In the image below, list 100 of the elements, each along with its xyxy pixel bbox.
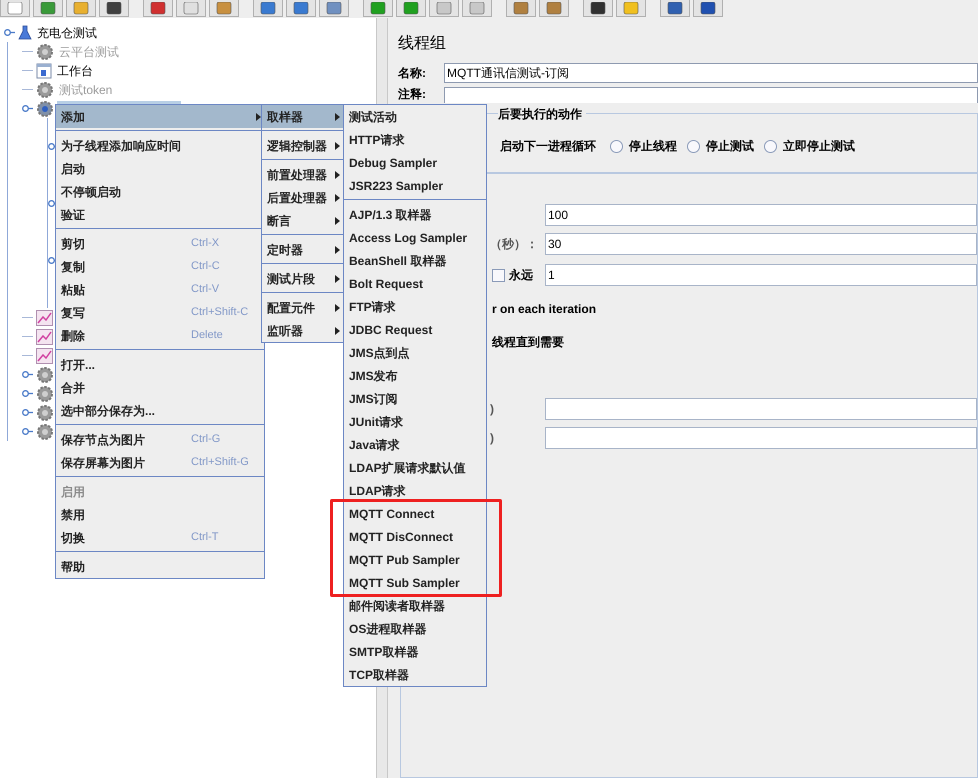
menu-item[interactable]: 复写 Ctrl+Shift-C [56, 304, 264, 321]
menu-item[interactable]: Debug Sampler [344, 154, 486, 171]
help-icon[interactable] [693, 0, 723, 17]
menu-item[interactable]: JSR223 Sampler [344, 177, 486, 194]
shortcut-label: Ctrl-X [191, 236, 220, 252]
input-field[interactable] [545, 398, 977, 420]
menu-item[interactable]: 监听器 [262, 322, 343, 339]
menu-item[interactable]: HTTP请求 [344, 131, 486, 148]
radio-option[interactable]: 停止测试 [687, 137, 754, 155]
input-field[interactable]: 30 [545, 232, 977, 254]
menu-item[interactable]: 删除 Delete [56, 327, 264, 344]
toolbar-icon[interactable] [583, 0, 613, 17]
gear-icon [36, 42, 54, 60]
menu-item[interactable]: MQTT Connect [344, 505, 486, 522]
menu-item[interactable]: JMS发布 [344, 367, 486, 384]
menu-item[interactable]: 测试活动 [344, 108, 486, 125]
toolbar-icon[interactable] [396, 0, 426, 17]
menu-item[interactable]: 选中部分保存为... [56, 402, 264, 419]
toolbar-icon[interactable] [33, 0, 63, 17]
radio-icon[interactable] [610, 140, 623, 152]
graph-icon [36, 328, 53, 344]
tree-handle-icon[interactable] [22, 390, 33, 397]
checkbox-icon[interactable] [492, 268, 505, 282]
panel-title: 线程组 [398, 34, 447, 54]
menu-item[interactable]: 打开... [56, 356, 264, 373]
menu-item[interactable]: 粘贴 Ctrl-V [56, 281, 264, 298]
menu-item[interactable]: 切换 Ctrl-T [56, 529, 264, 546]
menu-item[interactable]: MQTT Sub Sampler [344, 574, 486, 591]
name-field[interactable]: MQTT通讯信测试-订阅 [444, 63, 978, 83]
menu-item[interactable]: 断言 [262, 212, 343, 229]
radio-option[interactable]: 立即停止测试 [764, 137, 855, 155]
radio-option[interactable]: 停止线程 [610, 137, 677, 155]
tree-item[interactable]: 充电仓测试 [35, 24, 99, 42]
menu-item[interactable]: FTP请求 [344, 298, 486, 315]
menu-item[interactable]: 复制 Ctrl-C [56, 258, 264, 275]
menu-item[interactable]: JMS订阅 [344, 390, 486, 407]
menu-item[interactable]: MQTT DisConnect [344, 528, 486, 545]
tree-handle-icon[interactable] [22, 371, 33, 378]
option-text: r on each iteration [492, 300, 596, 318]
menu-item[interactable]: 为子线程添加响应时间 [56, 137, 264, 154]
toolbar-icon[interactable] [253, 0, 283, 17]
menu-item[interactable]: 配置元件 [262, 299, 343, 316]
graph-icon [36, 310, 53, 326]
menu-item[interactable]: BeanShell 取样器 [344, 252, 486, 269]
menu-item[interactable]: JDBC Request [344, 321, 486, 338]
name-label: 名称: [398, 65, 427, 82]
shortcut-label: Ctrl-V [191, 282, 220, 298]
shortcut-label: Ctrl-T [191, 530, 220, 546]
menu-item[interactable]: 帮助 [56, 558, 264, 575]
forever-checkbox[interactable]: 永远 [492, 266, 545, 284]
menu-item[interactable]: 禁用 [56, 506, 264, 523]
gear-icon [36, 366, 54, 384]
comment-field[interactable] [444, 87, 978, 103]
menu-item[interactable]: OS进程取样器 [344, 620, 486, 637]
radio-icon[interactable] [687, 140, 700, 152]
tree-handle-icon[interactable] [4, 29, 15, 36]
menu-item[interactable]: JMS点到点 [344, 344, 486, 361]
menu-item[interactable]: 保存屏幕为图片 Ctrl+Shift-G [56, 454, 264, 471]
menu-item[interactable]: 不停顿启动 [56, 183, 264, 200]
toolbar-icon[interactable] [99, 0, 129, 17]
input-field[interactable]: 1 [545, 264, 977, 286]
input-field[interactable]: 100 [545, 204, 977, 226]
menu-item[interactable]: LDAP扩展请求默认值 [344, 459, 486, 476]
gear-icon [36, 100, 54, 118]
workbench-icon [36, 62, 52, 78]
shortcut-label: Ctrl+Shift-G [191, 455, 250, 470]
toolbar-icon[interactable] [143, 0, 173, 17]
tree-handle-icon[interactable] [22, 428, 33, 435]
toolbar-icon[interactable] [363, 0, 393, 17]
tree-handle-icon[interactable] [22, 105, 33, 112]
menu-item[interactable]: LDAP请求 [344, 482, 486, 499]
menu-item[interactable]: SMTP取样器 [344, 643, 486, 660]
menu-item[interactable]: TCP取样器 [344, 666, 486, 683]
menu-item[interactable]: Java请求 [344, 436, 486, 453]
menu-item[interactable]: Access Log Sampler [344, 229, 486, 246]
menu-item[interactable]: 合并 [56, 379, 264, 396]
menu-item[interactable]: 后置处理器 [262, 189, 343, 206]
menu-item[interactable]: MQTT Pub Sampler [344, 551, 486, 568]
menu-item[interactable]: 剪切 Ctrl-X [56, 235, 264, 252]
toolbar-icon[interactable] [286, 0, 316, 17]
menu-item[interactable]: JUnit请求 [344, 413, 486, 430]
field-label: ) [490, 430, 495, 446]
menu-item[interactable]: 保存节点为图片 Ctrl-G [56, 431, 264, 448]
menu-item[interactable]: 添加 [56, 105, 264, 128]
shortcut-label: Ctrl+Shift-C [191, 305, 250, 320]
menu-item[interactable]: 验证 [56, 206, 264, 223]
menu-item[interactable]: 前置处理器 [262, 166, 343, 183]
tree-handle-icon[interactable] [22, 409, 33, 416]
menu-item[interactable]: AJP/1.3 取样器 [344, 206, 486, 223]
menu-item[interactable]: 邮件阅读者取样器 [344, 597, 486, 614]
input-field[interactable] [545, 426, 977, 448]
menu-item[interactable]: 取样器 [262, 105, 343, 128]
menu-item[interactable]: 启动 [56, 160, 264, 177]
menu-item[interactable]: 测试片段 [262, 270, 343, 287]
menu-item[interactable]: 定时器 [262, 241, 343, 258]
radio-icon[interactable] [764, 140, 777, 152]
tree-item[interactable]: 工作台 [55, 62, 95, 80]
menu-item[interactable]: 逻辑控制器 [262, 137, 343, 154]
toolbar-icon[interactable] [660, 0, 690, 17]
menu-item[interactable]: Bolt Request [344, 275, 486, 292]
